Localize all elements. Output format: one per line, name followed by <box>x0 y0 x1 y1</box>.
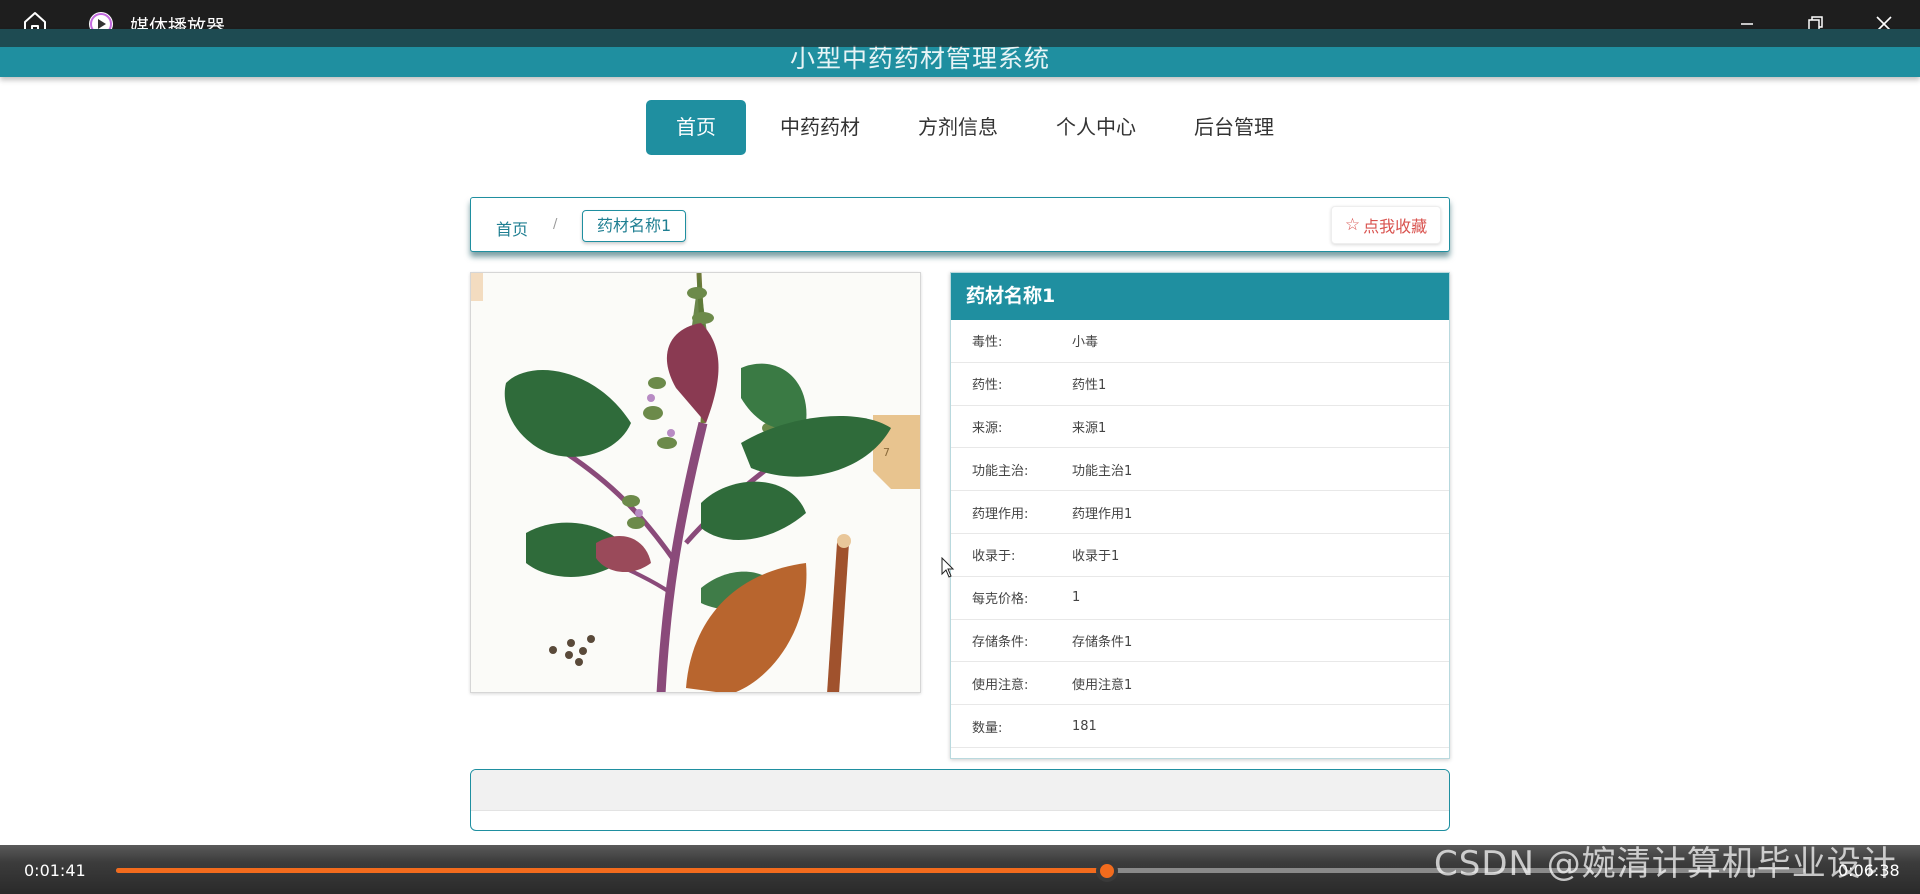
detail-value: 药性1 <box>1072 378 1107 394</box>
seek-thumb[interactable] <box>1096 860 1119 882</box>
detail-label: 收录于: <box>972 549 1016 565</box>
csdn-watermark: CSDN @婉清计算机毕业设计 <box>1434 844 1897 884</box>
detail-row-price-per-gram: 每克价格: 1 <box>951 577 1449 620</box>
breadcrumb-home-link[interactable]: 首页 <box>496 216 528 240</box>
svg-text:7: 7 <box>883 446 890 459</box>
detail-value: 收录于1 <box>1072 549 1120 565</box>
seek-bar-progress <box>116 868 1108 873</box>
detail-row-toxicity: 毒性: 小毒 <box>951 320 1449 363</box>
detail-row-quantity: 数量: 181 <box>951 705 1449 748</box>
detail-value: 来源1 <box>1072 420 1107 436</box>
detail-label: 存储条件: <box>972 634 1029 650</box>
mouse-cursor-icon <box>941 557 955 578</box>
herb-image: 7 <box>470 272 921 693</box>
favorite-button[interactable]: ☆ 点我收藏 <box>1331 206 1441 244</box>
detail-row-pharmacology: 药理作用: 药理作用1 <box>951 491 1449 534</box>
detail-row-indications: 功能主治: 功能主治1 <box>951 448 1449 492</box>
detail-label: 毒性: <box>972 335 1003 351</box>
current-time: 0:01:41 <box>24 861 86 880</box>
herb-detail-title: 药材名称1 <box>951 273 1449 320</box>
nav-item-home[interactable]: 首页 <box>646 100 746 155</box>
detail-label: 药性: <box>972 378 1003 394</box>
breadcrumb-separator: / <box>553 217 558 232</box>
detail-label: 来源: <box>972 420 1003 436</box>
detail-row-precautions: 使用注意: 使用注意1 <box>951 662 1449 706</box>
detail-value: 功能主治1 <box>1072 463 1133 479</box>
detail-label: 功能主治: <box>972 463 1029 479</box>
detail-row-storage: 存储条件: 存储条件1 <box>951 620 1449 663</box>
breadcrumb-current[interactable]: 药材名称1 <box>582 210 687 242</box>
site-header: 小型中药药材管理系统 <box>0 29 1920 77</box>
nav-item-prescriptions[interactable]: 方剂信息 <box>894 100 1022 155</box>
nav-item-personal-center[interactable]: 个人中心 <box>1032 100 1160 155</box>
herb-detail-panel: 药材名称1 毒性: 小毒 药性: 药性1 来源: 来源1 功能主治: 功能主治1… <box>950 272 1450 759</box>
detail-row-recorded-in: 收录于: 收录于1 <box>951 534 1449 577</box>
nav-item-admin[interactable]: 后台管理 <box>1170 100 1298 155</box>
detail-row-nature: 药性: 药性1 <box>951 363 1449 406</box>
detail-label: 药理作用: <box>972 506 1029 522</box>
detail-row-source: 来源: 来源1 <box>951 406 1449 449</box>
detail-value: 小毒 <box>1072 335 1099 351</box>
detail-value: 181 <box>1072 718 1097 734</box>
detail-value: 使用注意1 <box>1072 677 1133 693</box>
nav-item-herbs[interactable]: 中药药材 <box>756 100 884 155</box>
breadcrumb: 首页 / 药材名称1 ☆ 点我收藏 <box>470 197 1450 252</box>
favorite-button-label: 点我收藏 <box>1363 217 1428 236</box>
detail-content-tabbar <box>471 770 1449 811</box>
main-nav: 首页 中药药材 方剂信息 个人中心 后台管理 <box>646 100 1308 155</box>
star-outline-icon: ☆ <box>1344 215 1361 235</box>
detail-label: 数量: <box>972 720 1003 736</box>
detail-value: 药理作用1 <box>1072 506 1133 522</box>
detail-content-panel <box>470 769 1450 831</box>
detail-label: 使用注意: <box>972 677 1029 693</box>
detail-value: 存储条件1 <box>1072 634 1133 650</box>
detail-value: 1 <box>1072 590 1081 606</box>
header-overlap-shade <box>0 29 1920 47</box>
detail-label: 每克价格: <box>972 592 1029 608</box>
herb-illustration: 7 <box>471 273 920 692</box>
